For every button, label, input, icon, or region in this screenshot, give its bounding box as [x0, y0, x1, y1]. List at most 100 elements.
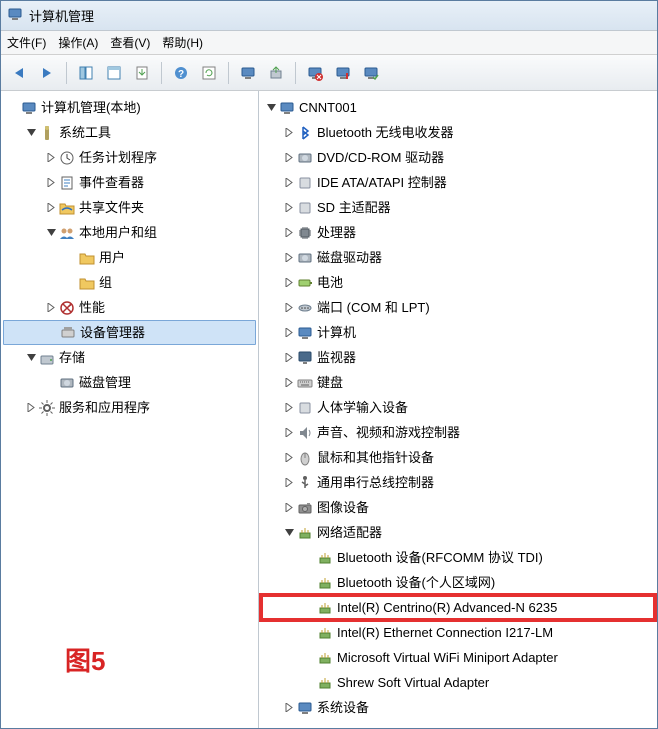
refresh-button[interactable]: [197, 61, 221, 85]
bluetooth-icon: [297, 125, 313, 141]
cat-keyboards[interactable]: 键盘: [261, 370, 655, 395]
tree-label: SD 主适配器: [317, 201, 391, 214]
expander-closed-icon[interactable]: [281, 475, 297, 491]
cat-disk-drives[interactable]: 磁盘驱动器: [261, 245, 655, 270]
tree-disk-management[interactable]: 磁盘管理: [3, 370, 256, 395]
expander-closed-icon[interactable]: [281, 700, 297, 716]
tree-users[interactable]: 用户: [3, 245, 256, 270]
expander-open-icon[interactable]: [263, 100, 279, 116]
cat-bluetooth-radio[interactable]: Bluetooth 无线电收发器: [261, 120, 655, 145]
cat-hid[interactable]: 人体学输入设备: [261, 395, 655, 420]
tree-system-tools[interactable]: 系统工具: [3, 120, 256, 145]
tree-label: Intel(R) Centrino(R) Advanced-N 6235: [337, 601, 557, 614]
menu-view[interactable]: 查看(V): [110, 34, 150, 51]
expander-closed-icon[interactable]: [281, 350, 297, 366]
dev-intel-ethernet[interactable]: Intel(R) Ethernet Connection I217-LM: [261, 620, 655, 645]
cat-mice[interactable]: 鼠标和其他指针设备: [261, 445, 655, 470]
expander-closed-icon[interactable]: [43, 175, 59, 191]
tree-label: 设备管理器: [80, 326, 145, 339]
expander-closed-icon[interactable]: [281, 300, 297, 316]
expander-closed-icon[interactable]: [43, 150, 59, 166]
dev-ms-virtual-wifi[interactable]: Microsoft Virtual WiFi Miniport Adapter: [261, 645, 655, 670]
expander-closed-icon[interactable]: [281, 450, 297, 466]
back-button[interactable]: [7, 61, 31, 85]
forward-button[interactable]: [35, 61, 59, 85]
cat-sound[interactable]: 声音、视频和游戏控制器: [261, 420, 655, 445]
help-button[interactable]: ?: [169, 61, 193, 85]
device-tree-pane[interactable]: CNNT001 Bluetooth 无线电收发器 DVD/CD-ROM 驱动器 …: [259, 91, 657, 728]
expander-closed-icon[interactable]: [43, 300, 59, 316]
expander-closed-icon[interactable]: [281, 150, 297, 166]
properties-button[interactable]: [102, 61, 126, 85]
tree-label: 鼠标和其他指针设备: [317, 451, 434, 464]
expander-closed-icon[interactable]: [281, 425, 297, 441]
tree-services-apps[interactable]: 服务和应用程序: [3, 395, 256, 420]
menu-help[interactable]: 帮助(H): [162, 34, 203, 51]
expander-closed-icon[interactable]: [281, 250, 297, 266]
tree-event-viewer[interactable]: 事件查看器: [3, 170, 256, 195]
left-tree-pane[interactable]: 计算机管理(本地) 系统工具 任务计划程序 事件查看器: [1, 91, 259, 728]
cat-usb[interactable]: 通用串行总线控制器: [261, 470, 655, 495]
expander-open-icon[interactable]: [281, 525, 297, 541]
export-button[interactable]: [130, 61, 154, 85]
expander-closed-icon[interactable]: [281, 325, 297, 341]
dev-shrew-soft[interactable]: Shrew Soft Virtual Adapter: [261, 670, 655, 695]
tree-label: 电池: [317, 276, 343, 289]
cat-monitors[interactable]: 监视器: [261, 345, 655, 370]
show-hide-tree-button[interactable]: [74, 61, 98, 85]
toolbar-separator: [66, 62, 67, 84]
expander-closed-icon[interactable]: [281, 375, 297, 391]
cat-ide[interactable]: IDE ATA/ATAPI 控制器: [261, 170, 655, 195]
tree-performance[interactable]: 性能: [3, 295, 256, 320]
dev-bt-pan[interactable]: Bluetooth 设备(个人区域网): [261, 570, 655, 595]
expander-open-icon[interactable]: [23, 125, 39, 141]
enable-button[interactable]: [359, 61, 383, 85]
tree-label: Bluetooth 设备(个人区域网): [337, 576, 495, 589]
cat-computers[interactable]: 计算机: [261, 320, 655, 345]
uninstall-button[interactable]: [303, 61, 327, 85]
share-icon: [59, 200, 75, 216]
dev-intel-centrino[interactable]: Intel(R) Centrino(R) Advanced-N 6235: [261, 595, 655, 620]
menu-action[interactable]: 操作(A): [58, 34, 98, 51]
tree-device-manager[interactable]: 设备管理器: [3, 320, 256, 345]
tree-storage[interactable]: 存储: [3, 345, 256, 370]
menu-file[interactable]: 文件(F): [7, 34, 46, 51]
expander-closed-icon[interactable]: [281, 175, 297, 191]
toolbar-separator: [228, 62, 229, 84]
tree-shared-folders[interactable]: 共享文件夹: [3, 195, 256, 220]
expander-open-icon[interactable]: [43, 225, 59, 241]
usb-icon: [297, 475, 313, 491]
expander-closed-icon[interactable]: [23, 400, 39, 416]
cat-system-devices[interactable]: 系统设备: [261, 695, 655, 720]
cat-battery[interactable]: 电池: [261, 270, 655, 295]
expander-closed-icon[interactable]: [281, 400, 297, 416]
cat-sd[interactable]: SD 主适配器: [261, 195, 655, 220]
tree-label: 性能: [79, 301, 105, 314]
tree-root-local[interactable]: 计算机管理(本地): [3, 95, 256, 120]
cat-ports[interactable]: 端口 (COM 和 LPT): [261, 295, 655, 320]
expander-closed-icon[interactable]: [281, 225, 297, 241]
expander-closed-icon[interactable]: [281, 275, 297, 291]
tree-groups[interactable]: 组: [3, 270, 256, 295]
disk-icon: [297, 250, 313, 266]
scan-hardware-button[interactable]: [236, 61, 260, 85]
expander-icon[interactable]: [5, 100, 21, 116]
expander-none: [44, 325, 60, 341]
expander-closed-icon[interactable]: [43, 200, 59, 216]
update-driver-button[interactable]: [264, 61, 288, 85]
device-root[interactable]: CNNT001: [261, 95, 655, 120]
disk-icon: [59, 375, 75, 391]
expander-closed-icon[interactable]: [281, 125, 297, 141]
tree-label: Bluetooth 无线电收发器: [317, 126, 454, 139]
cat-dvd-cd[interactable]: DVD/CD-ROM 驱动器: [261, 145, 655, 170]
tree-task-scheduler[interactable]: 任务计划程序: [3, 145, 256, 170]
expander-open-icon[interactable]: [23, 350, 39, 366]
cat-processors[interactable]: 处理器: [261, 220, 655, 245]
cat-imaging[interactable]: 图像设备: [261, 495, 655, 520]
cat-network-adapters[interactable]: 网络适配器: [261, 520, 655, 545]
tree-local-users-groups[interactable]: 本地用户和组: [3, 220, 256, 245]
expander-closed-icon[interactable]: [281, 200, 297, 216]
disable-button[interactable]: [331, 61, 355, 85]
dev-bt-rfcomm[interactable]: Bluetooth 设备(RFCOMM 协议 TDI): [261, 545, 655, 570]
expander-closed-icon[interactable]: [281, 500, 297, 516]
